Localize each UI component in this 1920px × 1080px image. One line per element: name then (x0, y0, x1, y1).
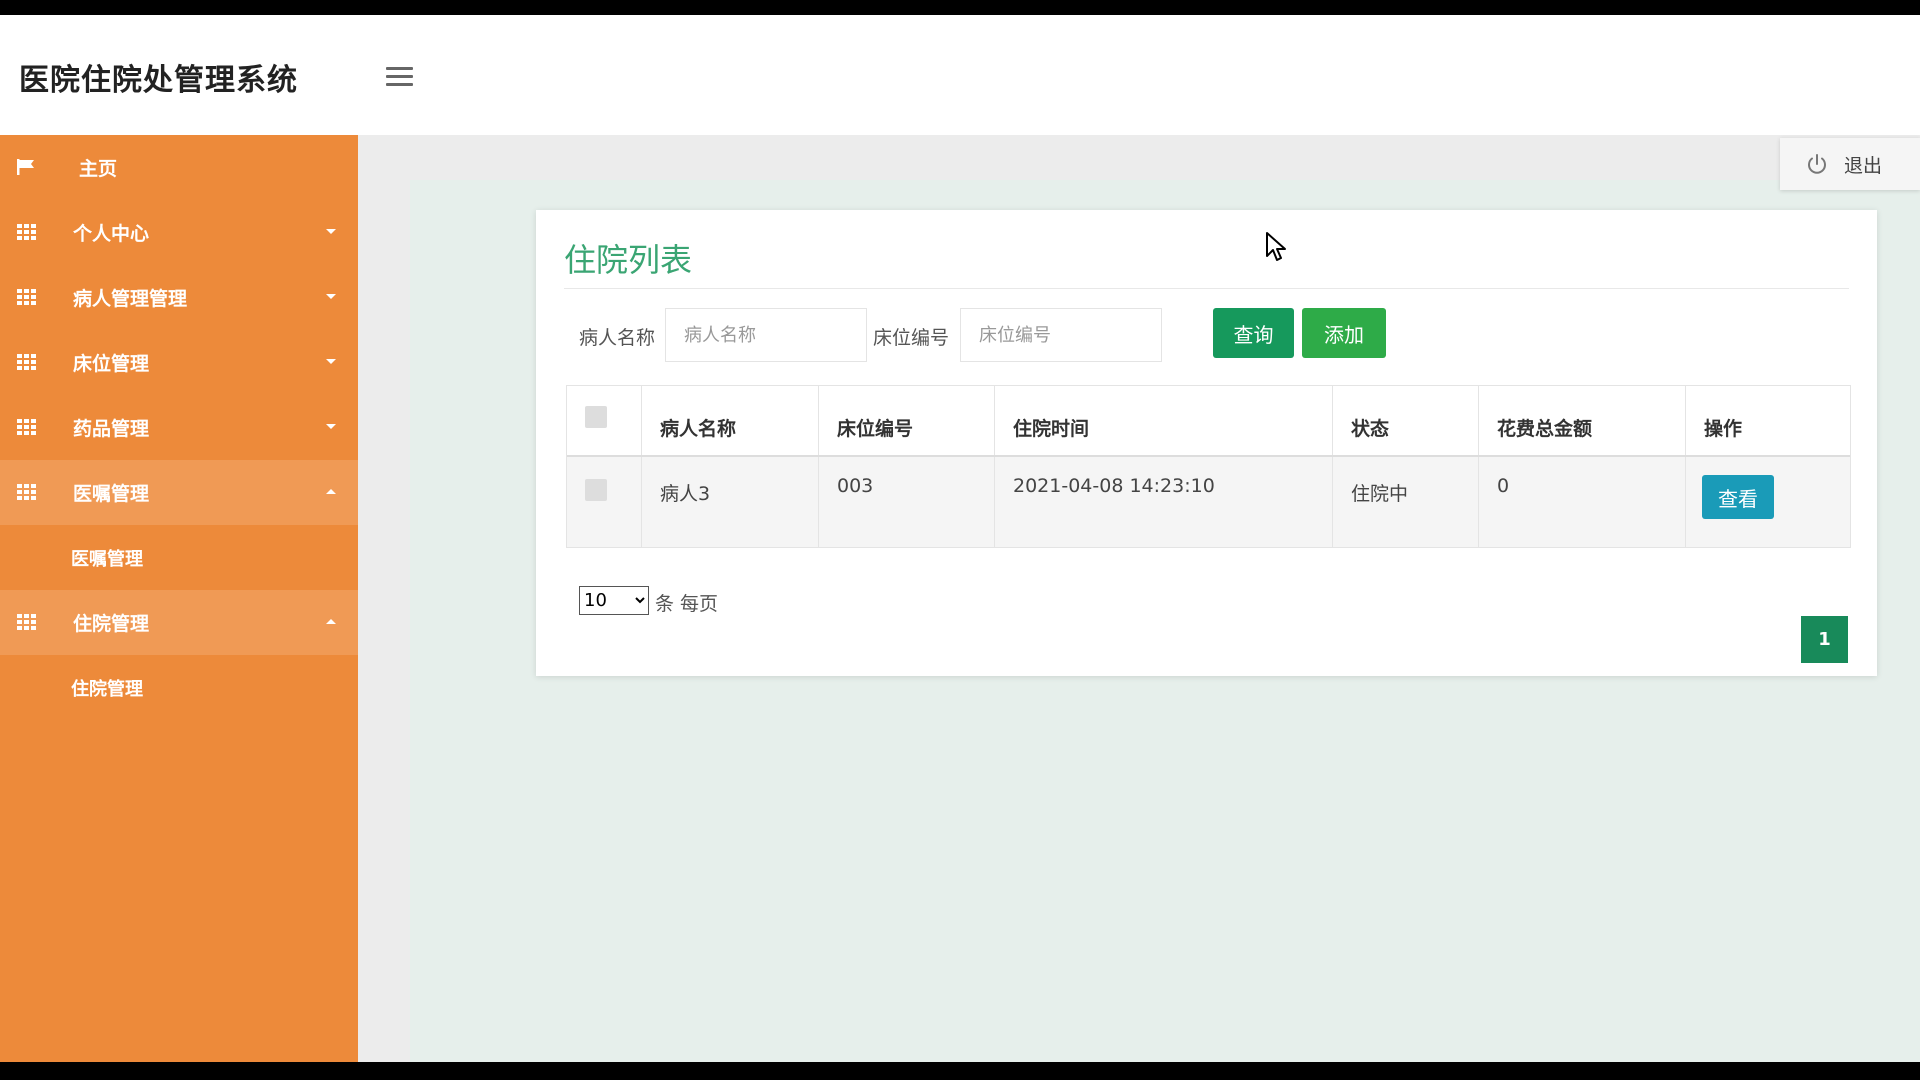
sidebar-item-label: 住院管理 (73, 613, 150, 635)
add-button[interactable]: 添加 (1302, 308, 1386, 358)
table-cell: 0 (1479, 457, 1686, 547)
app-title: 医院住院处管理系统 (19, 63, 298, 98)
chevron-down-icon (326, 294, 336, 299)
row-checkbox[interactable] (585, 479, 607, 501)
logout-button[interactable]: 退出 (1780, 138, 1920, 190)
divider (564, 288, 1849, 289)
table-cell: 住院中 (1333, 457, 1479, 547)
sidebar-subitem-medical-orders[interactable]: 医嘱管理 (0, 525, 358, 590)
view-button[interactable]: 查看 (1702, 475, 1774, 519)
chevron-down-icon (326, 359, 336, 364)
grid-icon (17, 614, 36, 630)
mouse-cursor-icon (1266, 232, 1286, 261)
page-size-select[interactable]: 10 (579, 586, 649, 615)
sidebar-item-patient-management[interactable]: 病人管理管理 (0, 265, 358, 330)
column-header-action: 操作 (1704, 418, 1743, 440)
sidebar-item-medical-orders[interactable]: 医嘱管理 (0, 460, 358, 525)
sidebar-item-label: 床位管理 (73, 353, 150, 375)
table-cell: 003 (819, 457, 995, 547)
sidebar-item-label: 病人管理管理 (73, 288, 188, 310)
patient-name-label: 病人名称 (579, 327, 656, 349)
grid-icon (17, 484, 36, 500)
sidebar-item-bed-management[interactable]: 床位管理 (0, 330, 358, 395)
sidebar-item-home[interactable]: 主页 (0, 135, 358, 200)
cell-status: 住院中 (1351, 483, 1409, 505)
header-cell: 住院时间 (995, 386, 1333, 455)
sidebar-subitem-hospitalization[interactable]: 住院管理 (0, 655, 358, 720)
bed-number-label: 床位编号 (873, 327, 950, 349)
hospitalization-table: 病人名称 床位编号 住院时间 状态 花费总金额 操作 病人3 003 2021-… (566, 385, 1851, 548)
header-cell: 操作 (1686, 386, 1850, 455)
page-button-current[interactable]: 1 (1801, 616, 1848, 663)
patient-name-input[interactable] (665, 308, 867, 362)
header: 医院住院处管理系统 (0, 15, 1920, 135)
cell-bed: 003 (837, 475, 874, 497)
logout-label: 退出 (1844, 154, 1883, 177)
sidebar: 主页 个人中心 病人管理管理 床位管理 药品管理 医嘱管理 医嘱管理 住院管理 … (0, 135, 358, 1062)
sidebar-item-label: 个人中心 (73, 223, 150, 245)
grid-icon (17, 289, 36, 305)
page-title: 住院列表 (564, 241, 693, 279)
column-header-cost: 花费总金额 (1497, 418, 1593, 440)
cell-cost: 0 (1497, 475, 1510, 497)
table-cell: 病人3 (642, 457, 819, 547)
bed-number-input[interactable] (960, 308, 1162, 362)
grid-icon (17, 419, 36, 435)
table-row: 病人3 003 2021-04-08 14:23:10 住院中 0 查看 (567, 457, 1850, 547)
grid-icon (17, 354, 36, 370)
power-icon (1808, 154, 1826, 174)
per-page-label: 条 每页 (655, 593, 719, 615)
header-checkbox-cell (567, 386, 642, 455)
sidebar-item-label: 药品管理 (73, 418, 150, 440)
column-header-patient: 病人名称 (660, 418, 737, 440)
sidebar-item-personal-center[interactable]: 个人中心 (0, 200, 358, 265)
chevron-up-icon (326, 619, 336, 624)
cell-time: 2021-04-08 14:23:10 (1013, 475, 1215, 497)
app-screen: 医院住院处管理系统 主页 个人中心 病人管理管理 床位管理 药品管理 医嘱管理 … (0, 15, 1920, 1062)
cell-patient: 病人3 (660, 483, 711, 505)
sidebar-item-label: 主页 (79, 158, 118, 180)
header-cell: 床位编号 (819, 386, 995, 455)
sidebar-item-drug-management[interactable]: 药品管理 (0, 395, 358, 460)
watermark-partial (830, 1045, 1250, 1062)
table-cell: 查看 (1686, 457, 1850, 547)
header-cell: 状态 (1333, 386, 1479, 455)
sidebar-item-hospitalization[interactable]: 住院管理 (0, 590, 358, 655)
column-header-bed: 床位编号 (837, 418, 914, 440)
query-button[interactable]: 查询 (1213, 308, 1294, 358)
grid-icon (17, 224, 36, 240)
column-header-status: 状态 (1351, 418, 1390, 440)
header-cell: 花费总金额 (1479, 386, 1686, 455)
header-cell: 病人名称 (642, 386, 819, 455)
select-all-checkbox[interactable] (585, 406, 607, 428)
chevron-down-icon (326, 229, 336, 234)
hospitalization-list-card: 住院列表 病人名称 床位编号 查询 添加 病人名称 床位编号 住院时间 (536, 210, 1877, 676)
table-header: 病人名称 床位编号 住院时间 状态 花费总金额 操作 (567, 386, 1850, 457)
menu-toggle-icon[interactable] (386, 67, 413, 87)
row-checkbox-cell (567, 457, 642, 547)
column-header-time: 住院时间 (1013, 418, 1090, 440)
chevron-up-icon (326, 489, 336, 494)
chevron-down-icon (326, 424, 336, 429)
sidebar-item-label: 医嘱管理 (73, 483, 150, 505)
flag-icon (17, 159, 34, 175)
table-cell: 2021-04-08 14:23:10 (995, 457, 1333, 547)
